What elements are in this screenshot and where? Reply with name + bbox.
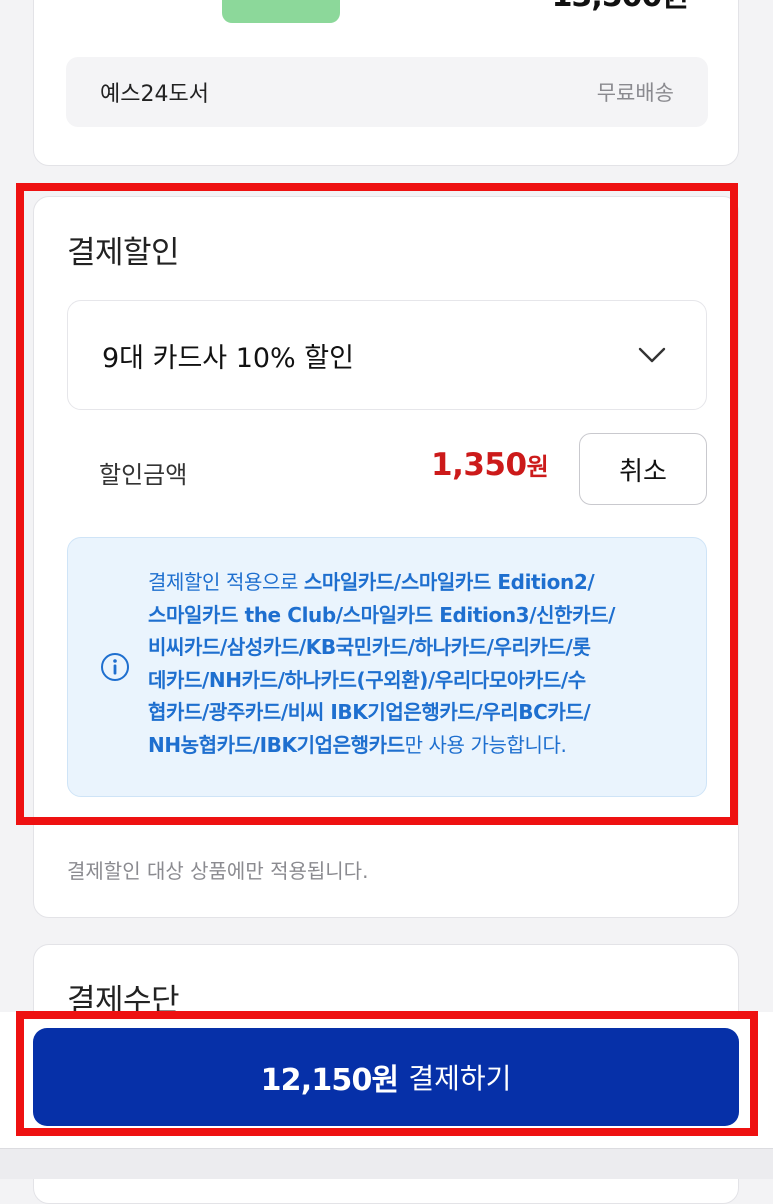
payment-discount-card: 결제할인 9대 카드사 10% 할인 할인금액 1,350원 취소 결제할인 적… (33, 196, 739, 918)
chevron-down-icon (638, 347, 666, 363)
discount-note: 결제할인 대상 상품에만 적용됩니다. (67, 859, 369, 883)
eligible-cards-notice: 결제할인 적용으로 스마일카드/스마일카드 Edition2/스마일카드 the… (67, 537, 707, 797)
info-circle-icon (101, 653, 129, 681)
seller-name: 예스24도서 (100, 82, 209, 107)
notice-card-names: NH농협카드/IBK기업은행카드 (148, 732, 405, 757)
notice-card-names: 스마일카드/스마일카드 Edition2/ (303, 570, 595, 594)
item-price: 13,500원 (552, 0, 689, 15)
coupon-pill[interactable] (222, 0, 340, 23)
discount-amount-value: 1,350원 (431, 447, 549, 483)
discount-select-value: 9대 카드사 10% 할인 (102, 342, 354, 374)
shipping-info: 예스24도서 무료배송 (66, 57, 708, 127)
notice-text: 만 사용 가능합니다. (404, 732, 567, 757)
notice-line: 데카드/NH카드/하나카드(구외환)/우리다모아카드/수 (148, 664, 693, 697)
pay-button[interactable]: 12,150원 결제하기 (33, 1028, 739, 1126)
notice-card-names: 데카드/NH카드/하나카드(구외환)/우리다모아카드/수 (148, 667, 586, 692)
bottom-divider (0, 1148, 773, 1179)
notice-line: 결제할인 적용으로 스마일카드/스마일카드 Edition2/ (148, 566, 693, 599)
shipping-fee: 무료배송 (596, 81, 674, 105)
notice-text: 결제할인 적용으로 (148, 570, 304, 594)
pay-amount: 12,150원 (260, 1063, 400, 1098)
eligible-cards-text: 결제할인 적용으로 스마일카드/스마일카드 Edition2/스마일카드 the… (148, 566, 693, 761)
notice-line: NH농협카드/IBK기업은행카드만 사용 가능합니다. (148, 729, 693, 762)
discount-select[interactable]: 9대 카드사 10% 할인 (67, 300, 707, 410)
notice-line: 스마일카드 the Club/스마일카드 Edition3/신한카드/ (148, 599, 693, 632)
notice-line: 비씨카드/삼성카드/KB국민카드/하나카드/우리카드/롯 (148, 631, 693, 664)
discount-amount-row: 할인금액 1,350원 취소 (67, 433, 707, 505)
notice-line: 협카드/광주카드/비씨 IBK기업은행카드/우리BC카드/ (148, 696, 693, 729)
pay-label: 결제하기 (408, 1062, 512, 1095)
discount-amount-unit: 원 (526, 453, 549, 481)
order-item-card: 13,500원 예스24도서 무료배송 (33, 0, 739, 166)
discount-amount-label: 할인금액 (99, 461, 188, 489)
discount-amount-number: 1,350 (431, 447, 527, 483)
notice-card-names: 스마일카드 the Club/스마일카드 Edition3/신한카드/ (148, 602, 615, 627)
payment-discount-title: 결제할인 (67, 235, 180, 271)
cancel-discount-button[interactable]: 취소 (579, 433, 707, 505)
notice-card-names: 비씨카드/삼성카드/KB국민카드/하나카드/우리카드/롯 (148, 635, 591, 659)
bottom-pay-bar: 12,150원 결제하기 (0, 1012, 773, 1179)
notice-card-names: 협카드/광주카드/비씨 IBK기업은행카드/우리BC카드/ (148, 700, 591, 724)
